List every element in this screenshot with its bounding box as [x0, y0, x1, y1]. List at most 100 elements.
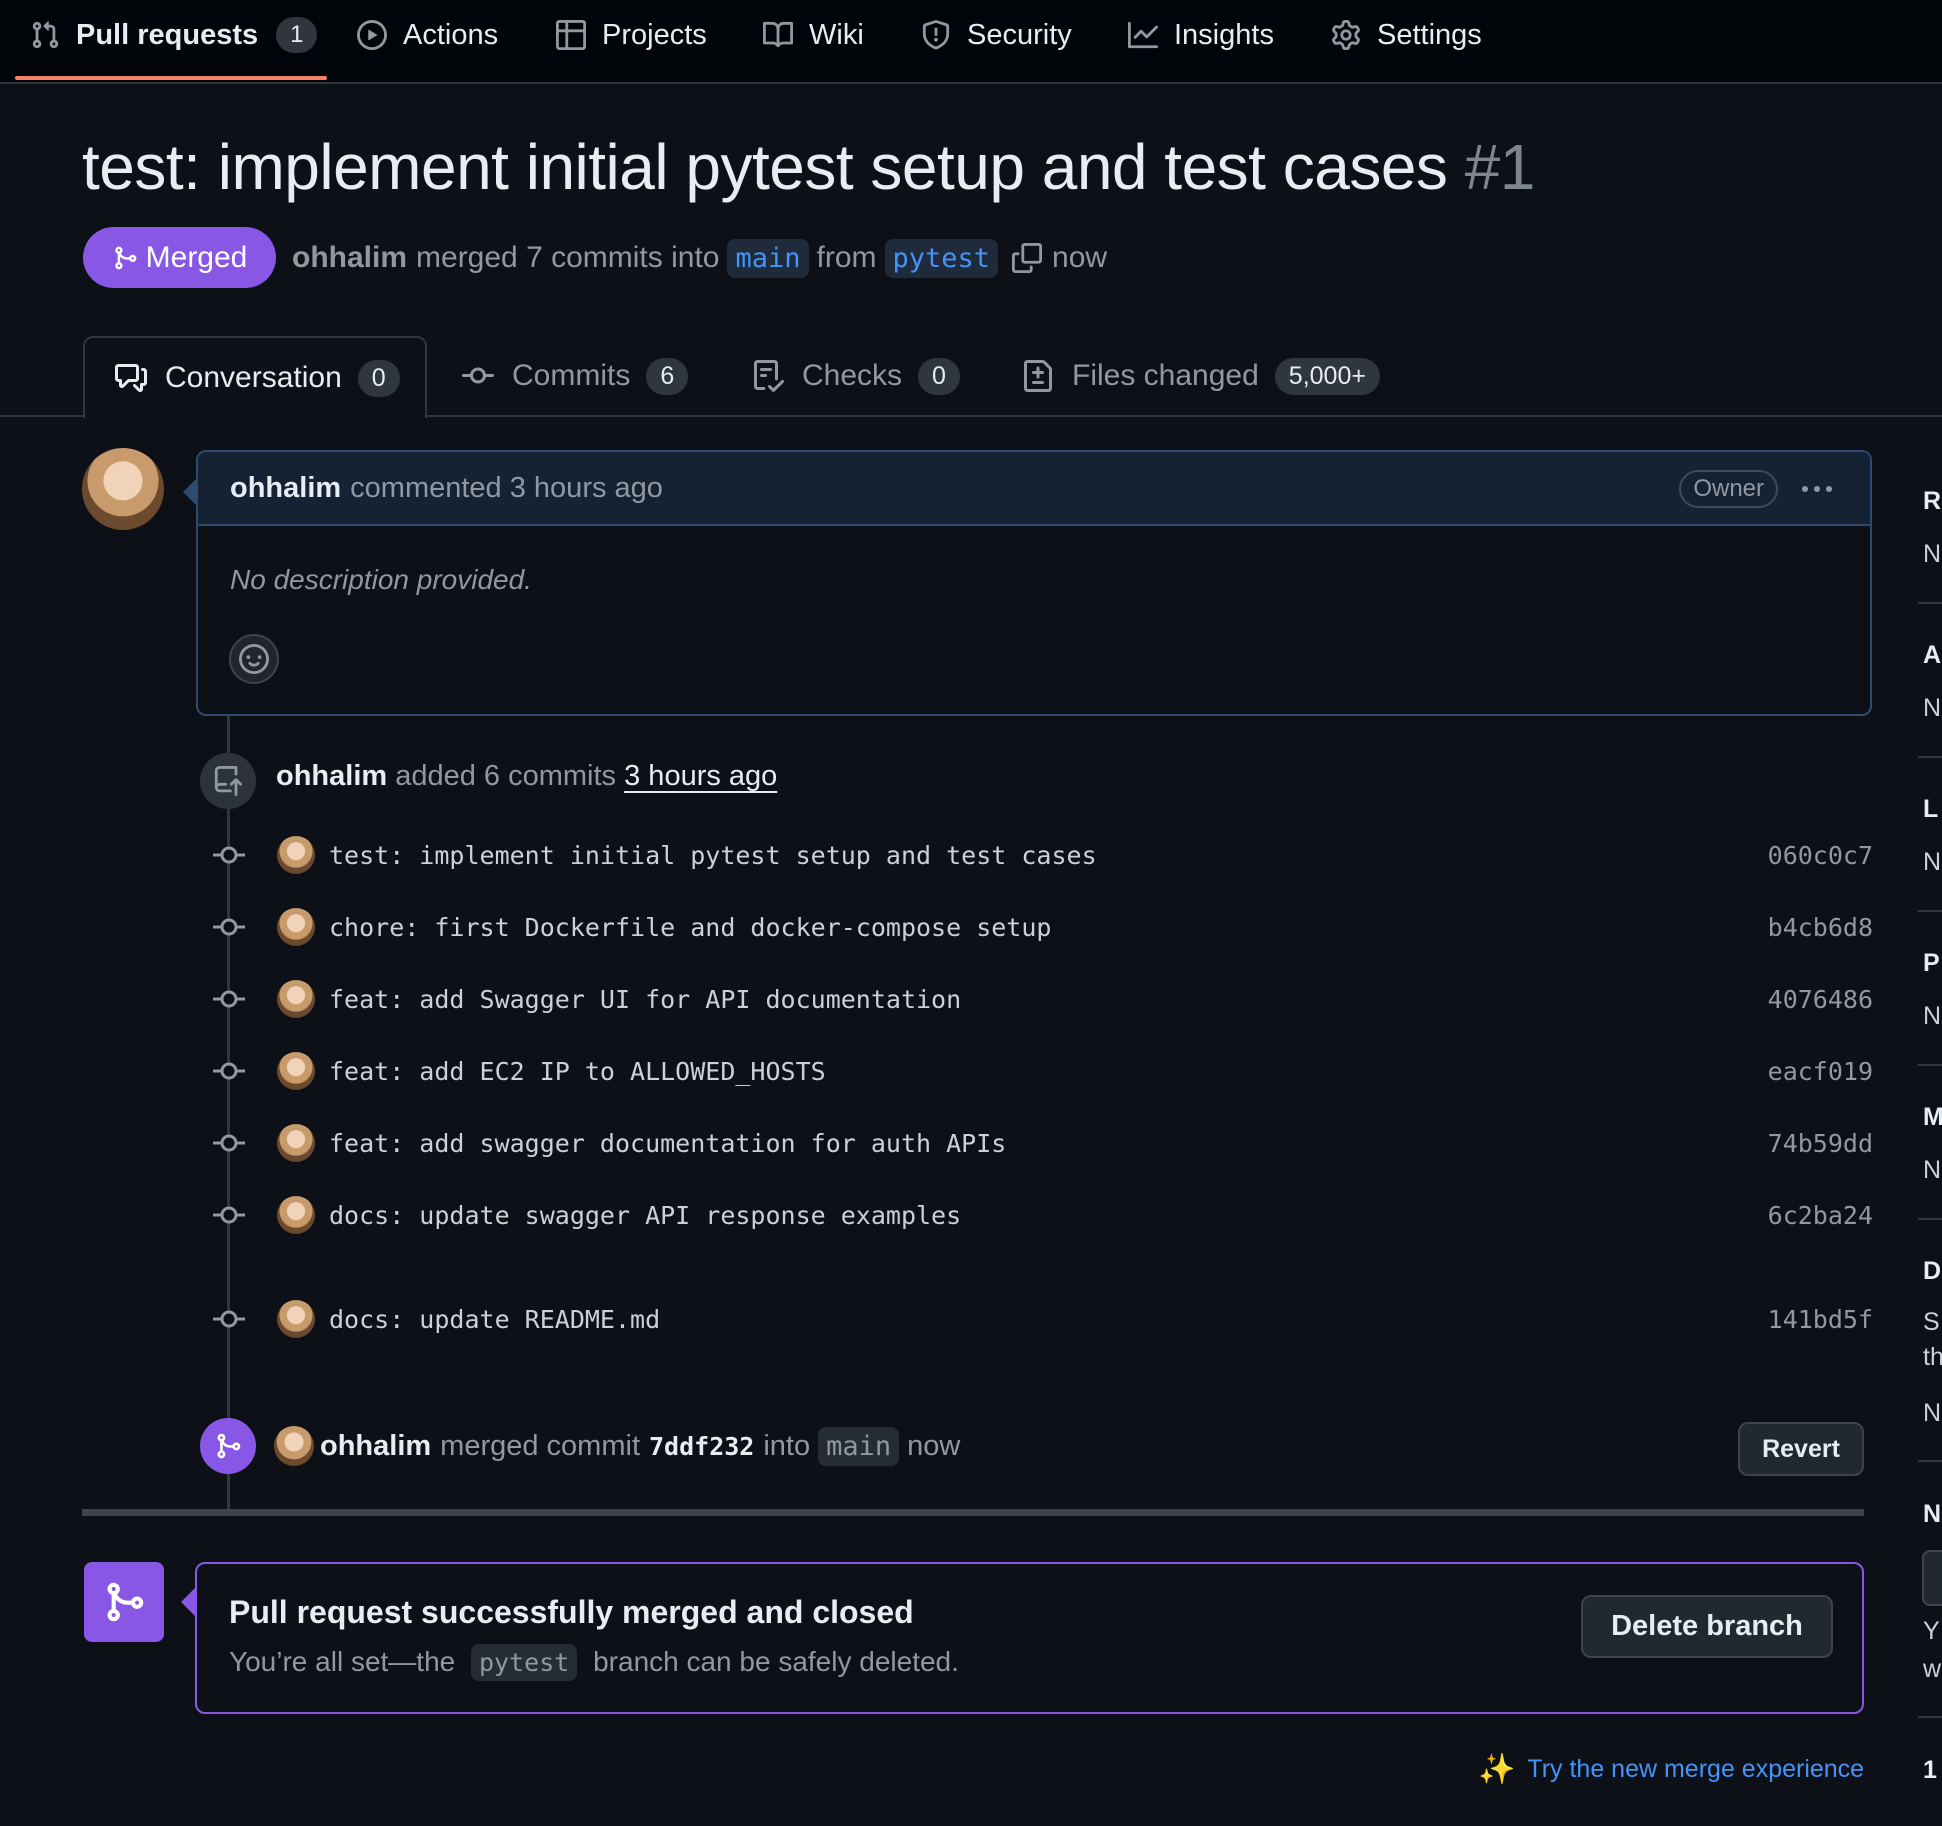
- commit-message[interactable]: docs: update README.md: [329, 1305, 660, 1334]
- timeline-divider: [82, 1509, 1864, 1516]
- push-author[interactable]: ohhalim: [276, 760, 387, 792]
- kebab-horizontal-icon[interactable]: [1800, 474, 1834, 504]
- comment-card: ohhalim commented 3 hours ago Owner No d…: [196, 450, 1872, 716]
- nav-insights[interactable]: Insights: [1128, 12, 1274, 58]
- commit-sha[interactable]: 141bd5f: [1768, 1305, 1873, 1334]
- sidebar-button[interactable]: [1922, 1550, 1942, 1606]
- nav-wiki[interactable]: Wiki: [763, 12, 864, 58]
- sidebar-heading: M: [1923, 1103, 1942, 1131]
- table-icon: [556, 20, 602, 50]
- commit-sha[interactable]: 4076486: [1768, 985, 1873, 1014]
- avatar[interactable]: [277, 908, 315, 946]
- merge-status-message: You’re all set—the pytest branch can be …: [229, 1644, 959, 1681]
- tab-label: Commits: [512, 359, 631, 392]
- commit-message[interactable]: docs: update swagger API response exampl…: [329, 1201, 961, 1230]
- sidebar-value: N: [1923, 848, 1942, 876]
- git-commit-icon: [205, 1307, 253, 1331]
- owner-badge: Owner: [1679, 470, 1778, 508]
- comment-header: ohhalim commented 3 hours ago Owner: [198, 452, 1870, 526]
- copy-icon[interactable]: [1012, 243, 1043, 273]
- sidebar-heading: A: [1923, 641, 1942, 669]
- tab-label: Files changed: [1072, 359, 1259, 392]
- git-commit-icon: [205, 843, 253, 867]
- nav-label: Actions: [403, 18, 499, 51]
- commit-sha[interactable]: 74b59dd: [1768, 1129, 1873, 1158]
- base-branch[interactable]: main: [727, 238, 809, 278]
- tab-commits[interactable]: Commits 6: [462, 336, 689, 416]
- commit-message[interactable]: test: implement initial pytest setup and…: [329, 841, 1097, 870]
- tab-count: 6: [646, 357, 689, 395]
- nav-label: Projects: [602, 18, 707, 51]
- git-merge-icon: [84, 1562, 164, 1642]
- merge-time: now: [1052, 241, 1108, 274]
- commit-sha[interactable]: 6c2ba24: [1768, 1201, 1873, 1230]
- merge-branch[interactable]: main: [818, 1426, 900, 1466]
- merge-status-title: Pull request successfully merged and clo…: [229, 1594, 914, 1630]
- sidebar-value: N: [1923, 1002, 1942, 1030]
- push-time[interactable]: 3 hours ago: [624, 760, 777, 792]
- merge-event: ohhalim merged commit 7ddf232 into main …: [274, 1424, 960, 1468]
- commit-row: feat: add EC2 IP to ALLOWED_HOSTS eacf01…: [205, 1046, 1873, 1096]
- nav-label: Settings: [1377, 18, 1482, 51]
- tab-checks[interactable]: Checks 0: [752, 336, 960, 416]
- author-link[interactable]: ohhalim: [292, 241, 407, 275]
- smiley-icon: [239, 644, 269, 674]
- tab-files-changed[interactable]: Files changed 5,000+: [1022, 336, 1380, 416]
- comment-pointer: [183, 478, 197, 506]
- git-merge-icon: [200, 1418, 256, 1474]
- tab-label: Conversation: [165, 361, 342, 394]
- revert-button[interactable]: Revert: [1738, 1422, 1864, 1476]
- commit-message[interactable]: feat: add Swagger UI for API documentati…: [329, 985, 961, 1014]
- commit-message[interactable]: chore: first Dockerfile and docker-compo…: [329, 913, 1051, 942]
- avatar[interactable]: [277, 836, 315, 874]
- sidebar-heading: N: [1923, 1500, 1942, 1528]
- nav-label: Wiki: [809, 18, 864, 51]
- sidebar-divider: [1918, 602, 1942, 604]
- sidebar-value: th: [1923, 1343, 1942, 1371]
- nav-count-badge: 1: [276, 17, 318, 53]
- sidebar-divider: [1918, 756, 1942, 758]
- avatar[interactable]: [277, 1300, 315, 1338]
- nav-pull-requests[interactable]: Pull requests 1: [30, 12, 318, 58]
- merge-time: now: [907, 1429, 961, 1462]
- merge-summary: merged 7 commits into: [416, 241, 720, 274]
- merge-author[interactable]: ohhalim: [320, 1430, 431, 1463]
- repo-push-icon: [200, 753, 256, 809]
- merge-commit-sha[interactable]: 7ddf232: [649, 1432, 754, 1461]
- git-commit-icon: [205, 987, 253, 1011]
- sidebar-divider: [1918, 1460, 1942, 1462]
- head-branch[interactable]: pytest: [884, 238, 999, 278]
- add-reaction-button[interactable]: [229, 634, 279, 684]
- merge-into: into: [763, 1429, 811, 1462]
- commit-sha[interactable]: eacf019: [1768, 1057, 1873, 1086]
- commit-row: feat: add Swagger UI for API documentati…: [205, 974, 1873, 1024]
- avatar[interactable]: [277, 1196, 315, 1234]
- tab-conversation[interactable]: Conversation 0: [83, 336, 427, 418]
- tab-label: Checks: [802, 359, 903, 392]
- nav-security[interactable]: Security: [921, 12, 1072, 58]
- from-text: from: [816, 241, 877, 274]
- avatar[interactable]: [277, 1052, 315, 1090]
- avatar[interactable]: [277, 1124, 315, 1162]
- nav-projects[interactable]: Projects: [556, 12, 707, 58]
- commit-row: feat: add swagger documentation for auth…: [205, 1118, 1873, 1168]
- status-label: Merged: [145, 240, 248, 274]
- sidebar-value: Y: [1923, 1617, 1940, 1645]
- comment-author[interactable]: ohhalim: [230, 472, 341, 505]
- avatar[interactable]: [82, 448, 164, 530]
- nav-actions[interactable]: Actions: [357, 12, 498, 58]
- delete-branch-button[interactable]: Delete branch: [1581, 1595, 1833, 1658]
- page-title: test: implement initial pytest setup and…: [82, 130, 1535, 204]
- commit-sha[interactable]: b4cb6d8: [1768, 913, 1873, 942]
- nav-settings[interactable]: Settings: [1331, 12, 1482, 58]
- commit-message[interactable]: feat: add swagger documentation for auth…: [329, 1129, 1006, 1158]
- try-merge-link[interactable]: ✨ Try the new merge experience: [1478, 1752, 1864, 1787]
- avatar[interactable]: [277, 980, 315, 1018]
- git-commit-icon: [205, 1131, 253, 1155]
- sidebar-value: S: [1923, 1308, 1940, 1336]
- git-commit-icon: [205, 1059, 253, 1083]
- git-pull-request-icon: [30, 20, 76, 50]
- commit-message[interactable]: feat: add EC2 IP to ALLOWED_HOSTS: [329, 1057, 826, 1086]
- avatar[interactable]: [274, 1426, 314, 1466]
- commit-sha[interactable]: 060c0c7: [1768, 841, 1873, 870]
